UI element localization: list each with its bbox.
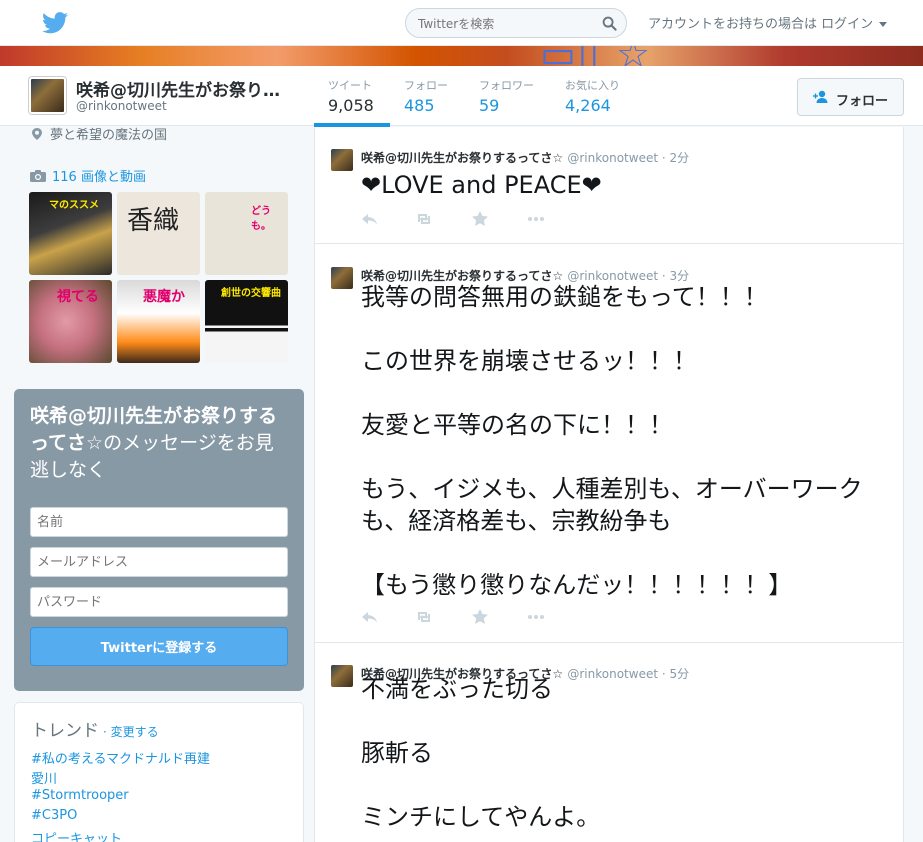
trend-item[interactable]: #Stormtrooper (31, 788, 129, 803)
stat-label: フォロー (404, 79, 448, 92)
twitter-bird-icon[interactable] (42, 12, 68, 34)
location: 夢と希望の魔法の国 (32, 124, 167, 143)
media-thumb[interactable]: 創世の交響曲 (205, 280, 288, 363)
tweet-text: 我等の問答無用の鉄鎚をもって！！！ この世界を崩壊させるッ！！！ 友愛と平等の名… (361, 283, 863, 599)
tweet-text: ❤LOVE and PEACE❤ (361, 171, 602, 199)
tweet[interactable]: 咲希@切川先生がお祭りするってさ☆ @rinkonotweet · 5分 不満を… (315, 643, 903, 842)
tweet-meta[interactable]: @rinkonotweet · 2分 (567, 151, 689, 165)
signup-button[interactable]: Twitterに登録する (30, 627, 288, 666)
media-thumb[interactable]: 悪魔か (117, 280, 200, 363)
media-thumb[interactable]: マのススメ (29, 192, 112, 275)
stat-label: ツイート (328, 79, 372, 92)
login-link[interactable]: アカウントをお持ちの場合は ログイン (648, 13, 888, 32)
media-thumb[interactable]: 視てる (29, 280, 112, 363)
tweet[interactable]: 咲希@切川先生がお祭りするってさ☆ @rinkonotweet · 3分 我等の… (315, 245, 903, 643)
password-field[interactable] (30, 587, 288, 617)
add-user-icon (813, 90, 828, 103)
profile-handle[interactable]: @rinkonotweet (76, 99, 167, 113)
trend-item[interactable]: コピーキャット (31, 828, 122, 842)
search-input[interactable] (418, 15, 598, 33)
more-icon[interactable] (527, 211, 545, 227)
chevron-down-icon (879, 22, 888, 27)
profile-nav: 咲希@切川先生がお祭りするってさ☆ @rinkonotweet ツイート 9,0… (0, 66, 923, 126)
thumb-caption: マのススメ (49, 200, 99, 211)
stat-label: お気に入り (565, 79, 620, 92)
name-field[interactable] (30, 507, 288, 537)
follow-button[interactable]: フォロー (797, 78, 904, 116)
login-label[interactable]: アカウントをお持ちの場合は ログイン (648, 17, 873, 32)
trend-item[interactable]: #C3PO (31, 808, 77, 823)
trend-item[interactable]: 愛川 (31, 768, 57, 787)
media-thumb[interactable]: どうも。 (205, 192, 288, 275)
stat-value: 485 (404, 96, 435, 115)
signup-panel: 咲希@切川先生がお祭りするってさ☆のメッセージをお見逃しなく Twitterに登… (14, 389, 304, 691)
retweet-icon[interactable] (415, 609, 433, 625)
trends-panel: トレンド · 変更する #私の考えるマクドナルド再建 愛川 #Stormtroop… (14, 702, 304, 842)
search-box[interactable] (405, 8, 627, 38)
thumb-caption: 視てる (57, 289, 99, 305)
media-thumb[interactable]: 香織 (117, 192, 200, 275)
email-field[interactable] (30, 547, 288, 577)
tweet-header: 咲希@切川先生がお祭りするってさ☆ @rinkonotweet · 2分 (361, 149, 689, 166)
stat-value: 59 (479, 96, 500, 115)
location-pin-icon (32, 128, 42, 140)
tweet[interactable]: 咲希@切川先生がお祭りするってさ☆ @rinkonotweet · 2分 ❤LO… (315, 127, 903, 244)
favorite-icon[interactable] (471, 211, 489, 227)
trends-title: トレンド · 変更する (31, 716, 159, 741)
reply-icon[interactable] (361, 609, 379, 625)
tweet-avatar[interactable] (331, 267, 353, 289)
thumb-caption: 悪魔か (143, 289, 185, 305)
media-count[interactable]: 116 画像と動画 (52, 170, 146, 185)
trends-change-link[interactable]: · 変更する (103, 725, 159, 739)
stat-label: フォロワー (479, 79, 534, 92)
reply-icon[interactable] (361, 211, 379, 227)
stat-favorites[interactable]: お気に入り 4,264 (565, 77, 620, 115)
profile-banner: ▭▯ ☆ (0, 46, 923, 66)
avatar[interactable] (29, 77, 66, 114)
tweet-avatar[interactable] (331, 149, 353, 171)
stat-tweets[interactable]: ツイート 9,058 (328, 77, 374, 115)
media-link[interactable]: 116 画像と動画 (30, 166, 146, 185)
follow-label: フォロー (836, 94, 889, 109)
location-text: 夢と希望の魔法の国 (50, 128, 168, 143)
favorite-icon[interactable] (471, 609, 489, 625)
retweet-icon[interactable] (415, 211, 433, 227)
stat-value: 9,058 (328, 96, 374, 115)
trend-item[interactable]: #私の考えるマクドナルド再建 (31, 748, 210, 767)
stat-following[interactable]: フォロー 485 (404, 77, 448, 115)
tweet-avatar[interactable] (331, 665, 353, 687)
thumb-caption: 創世の交響曲 (221, 288, 281, 299)
top-nav: アカウントをお持ちの場合は ログイン (0, 0, 923, 46)
banner-art: ▭▯ ☆ (540, 46, 652, 66)
thumb-caption: どうも。 (251, 206, 271, 232)
stat-value: 4,264 (565, 96, 611, 115)
timeline: 咲希@切川先生がお祭りするってさ☆ @rinkonotweet · 2分 ❤LO… (314, 127, 904, 842)
tweet-author[interactable]: 咲希@切川先生がお祭りするってさ☆ (361, 151, 563, 165)
tweet-text: 不満をぶった切る 豚斬る ミンチにしてやんよ。 (361, 675, 601, 831)
search-icon[interactable] (602, 16, 617, 31)
signup-title: 咲希@切川先生がお祭りするってさ☆のメッセージをお見逃しなく (30, 403, 290, 484)
more-icon[interactable] (527, 609, 545, 625)
thumb-caption: 香織 (127, 206, 180, 236)
profile-name[interactable]: 咲希@切川先生がお祭りするってさ☆ (76, 76, 291, 101)
trends-title-text: トレンド (31, 721, 99, 741)
stat-followers[interactable]: フォロワー 59 (479, 77, 534, 115)
camera-icon (30, 170, 46, 182)
